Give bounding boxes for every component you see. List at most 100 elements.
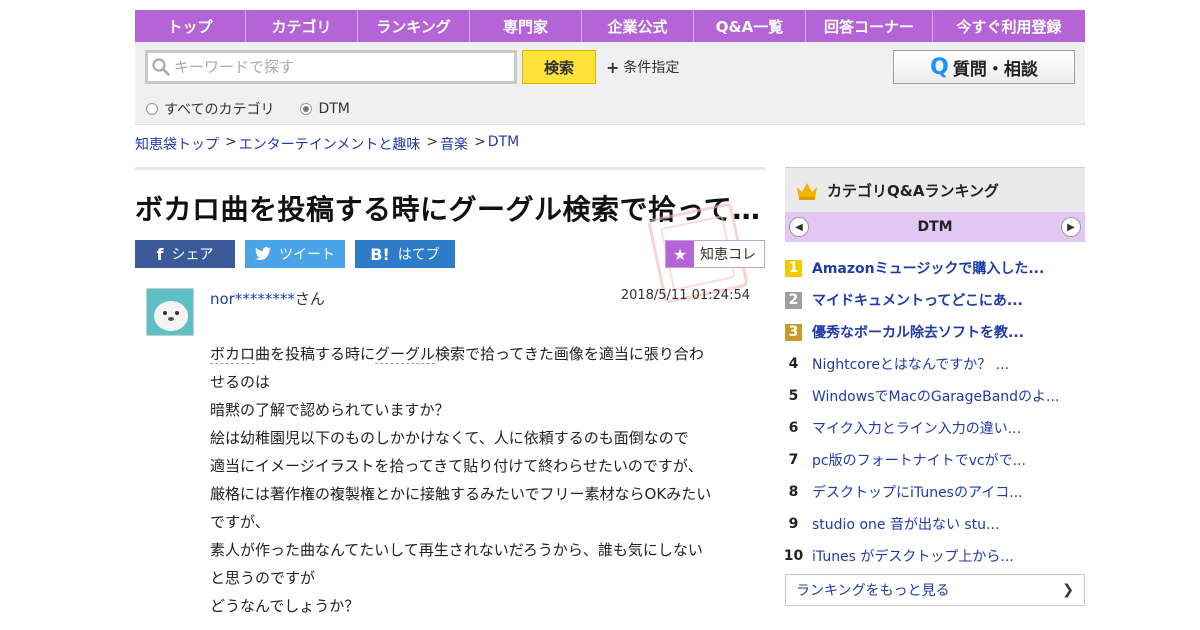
ranking-link[interactable]: WindowsでMacのGarageBandのよ... — [812, 386, 1059, 406]
nav-qa-list[interactable]: Q&A一覧 — [694, 10, 806, 42]
ranking-item: 6 マイク入力とライン入力の違い... — [785, 412, 1085, 444]
ranking-category-bar: ◀ DTM ▶ — [785, 212, 1085, 242]
seal-avatar-icon — [154, 301, 188, 331]
search-button[interactable]: 検索 — [522, 50, 596, 84]
next-arrow-icon[interactable]: ▶ — [1060, 217, 1081, 237]
question-body: ボカロ曲を投稿する時にグーグル検索で拾ってきた画像を適当に張り合わ せるのは 暗… — [210, 340, 750, 620]
ranking-list: 1 Amazonミュージックで購入した... 2 マイドキュメントってどこにあ...… — [783, 252, 1085, 572]
radio-all-label: すべてのカテゴリ — [164, 102, 275, 118]
rank-number: 8 — [788, 484, 799, 500]
ask-question-label: 質問・相談 — [952, 59, 1038, 80]
rank-number: 5 — [788, 388, 799, 404]
question-section: ボカロ曲を投稿する時にグーグル検索で拾って… f シェア ツイート B! はてブ… — [135, 167, 765, 615]
nav-register[interactable]: 今すぐ利用登録 — [933, 10, 1085, 42]
search-input[interactable] — [174, 58, 504, 76]
keyword-link[interactable]: ボカロ — [210, 345, 256, 364]
facebook-share-label: シェア — [171, 247, 214, 263]
rank-number: 9 — [788, 516, 799, 532]
chevron-right-icon: ❯ — [1062, 582, 1074, 598]
ask-question-button[interactable]: Q 質問・相談 — [893, 50, 1075, 84]
breadcrumb-entertainment[interactable]: エンターテインメントと趣味 — [239, 134, 421, 154]
author-suffix: さん — [294, 290, 325, 308]
body-line: と思うのですが — [210, 569, 316, 587]
breadcrumb-separator: > — [474, 134, 486, 150]
crown-icon — [797, 183, 817, 200]
ranking-link[interactable]: iTunes がデスクトップ上から... — [812, 546, 1014, 566]
body-line: 適当にイメージイラストを拾ってきて貼り付けて終わらせたいのですが、 — [210, 457, 703, 475]
nav-experts[interactable]: 専門家 — [470, 10, 582, 42]
author-link[interactable]: nor******** — [210, 290, 295, 308]
ranking-link[interactable]: デスクトップにiTunesのアイコ... — [812, 482, 1023, 502]
question-author: nor********さん — [210, 288, 325, 309]
ranking-link[interactable]: マイドキュメントってどこにあ... — [812, 290, 1023, 310]
chiecore-label: 知恵コレ — [700, 247, 756, 263]
hatena-bookmark-button[interactable]: B! はてブ — [355, 240, 455, 268]
ranking-item: 7 pc版のフォートナイトでvcがで... — [785, 444, 1085, 476]
more-ranking-button[interactable]: ランキングをもっと見る ❯ — [785, 574, 1085, 606]
nav-category[interactable]: カテゴリ — [246, 10, 358, 42]
body-text: 曲を投稿する時に — [255, 345, 376, 363]
ranking-link[interactable]: Amazonミュージックで購入した... — [812, 258, 1044, 278]
nav-answer-corner[interactable]: 回答コーナー — [806, 10, 933, 42]
ranking-item: 8 デスクトップにiTunesのアイコ... — [785, 476, 1085, 508]
body-line: どうなんでしょうか？ — [210, 597, 360, 615]
avatar[interactable] — [146, 288, 194, 336]
body-text: 検索で拾ってきた画像を適当に張り合わ — [435, 345, 704, 363]
ranking-link[interactable]: マイク入力とライン入力の違い... — [812, 418, 1021, 438]
breadcrumb-top[interactable]: 知恵袋トップ — [135, 134, 219, 154]
rank-number: 1 — [785, 259, 802, 277]
ranking-item: 9 studio one 音が出ない stu... — [785, 508, 1085, 540]
search-box — [145, 50, 517, 84]
condition-toggle[interactable]: + 条件指定 — [606, 57, 679, 77]
ranking-item: 2 マイドキュメントってどこにあ... — [785, 284, 1085, 316]
ranking-title: カテゴリQ&Aランキング — [827, 181, 999, 200]
twitter-share-label: ツイート — [279, 247, 335, 263]
nav-ranking[interactable]: ランキング — [358, 10, 470, 42]
breadcrumb-music[interactable]: 音楽 — [440, 134, 468, 154]
global-nav: トップ カテゴリ ランキング 専門家 企業公式 Q&A一覧 回答コーナー 今すぐ… — [135, 10, 1085, 42]
chiecore-button[interactable]: ★ 知恵コレ — [665, 240, 765, 268]
ranking-item: 3 優秀なボーカル除去ソフトを教... — [785, 316, 1085, 348]
ranking-header: カテゴリQ&Aランキング — [785, 167, 1085, 212]
ranking-item: 4 Nightcoreとはなんですか？ ... — [785, 348, 1085, 380]
radio-current-category[interactable]: DTM — [300, 99, 350, 119]
rank-number: 3 — [785, 323, 802, 341]
breadcrumb-separator: > — [426, 134, 439, 150]
hatena-bookmark-label: はてブ — [397, 247, 440, 263]
breadcrumb: 知恵袋トップ > エンターテインメントと趣味 > 音楽 > DTM — [135, 134, 519, 154]
body-line: 厳格には著作権の複製権とかに接触するみたいでフリー素材ならOKみたい — [210, 485, 712, 503]
facebook-share-button[interactable]: f シェア — [135, 240, 235, 268]
ranking-item: 10 iTunes がデスクトップ上から... — [783, 540, 1085, 572]
hatena-b-icon: B! — [370, 244, 390, 264]
facebook-icon: f — [156, 244, 164, 264]
rank-number: 10 — [783, 548, 804, 564]
ranking-item: 1 Amazonミュージックで購入した... — [785, 252, 1085, 284]
ranking-link[interactable]: studio one 音が出ない stu... — [812, 514, 999, 534]
radio-icon — [146, 103, 158, 115]
radio-selected-icon — [300, 103, 313, 115]
nav-top[interactable]: トップ — [135, 10, 246, 42]
radio-current-label: DTM — [318, 101, 350, 117]
star-icon: ★ — [666, 241, 694, 267]
question-q-icon: Q — [930, 54, 949, 80]
nav-official[interactable]: 企業公式 — [582, 10, 694, 42]
prev-arrow-icon[interactable]: ◀ — [789, 217, 809, 237]
ranking-link[interactable]: 優秀なボーカル除去ソフトを教... — [812, 322, 1024, 342]
post-date: 2018/5/11 01:24:54 — [620, 288, 750, 303]
breadcrumb-separator: > — [225, 134, 237, 150]
body-line: せるのは — [210, 373, 271, 391]
search-icon — [152, 58, 170, 76]
rank-number: 2 — [785, 291, 802, 309]
rank-number: 6 — [788, 420, 799, 436]
ranking-category: DTM — [917, 219, 953, 235]
twitter-share-button[interactable]: ツイート — [245, 240, 345, 268]
ranking-link[interactable]: pc版のフォートナイトでvcがで... — [812, 450, 1026, 470]
keyword-link[interactable]: グーグル — [375, 345, 436, 364]
ranking-item: 5 WindowsでMacのGarageBandのよ... — [785, 380, 1085, 412]
body-line: 絵は幼稚園児以下のものしかかけなくて、人に依頼するのも面倒なので — [210, 429, 689, 447]
search-area: 検索 + 条件指定 Q 質問・相談 すべてのカテゴリ DTM — [135, 42, 1085, 125]
radio-all-categories[interactable]: すべてのカテゴリ — [146, 99, 274, 119]
ranking-link[interactable]: Nightcoreとはなんですか？ ... — [812, 354, 1009, 374]
breadcrumb-dtm[interactable]: DTM — [488, 134, 519, 154]
body-line: 素人が作った曲なんてたいして再生されないだろうから、誰も気にしない — [210, 541, 703, 559]
